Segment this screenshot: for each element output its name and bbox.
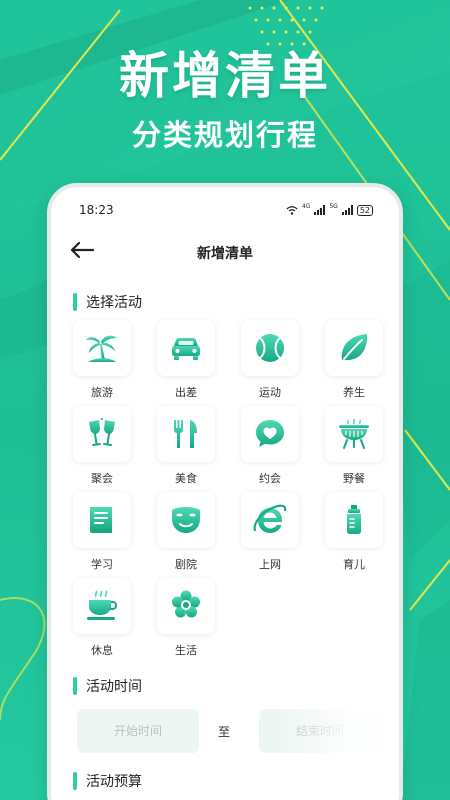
car-icon [172, 338, 200, 360]
time-separator: 至 [218, 725, 231, 739]
activity-label: 约会 [259, 472, 281, 485]
baby-bottle-icon [347, 505, 361, 534]
activity-item[interactable]: 野餐 [325, 406, 383, 488]
tennis-ball-icon [256, 334, 284, 362]
signal-icon [341, 205, 353, 215]
activity-icon-box [241, 320, 299, 376]
start-time-input[interactable] [77, 709, 199, 753]
activity-icon-box [325, 320, 383, 376]
section-budget: 活动预算 [73, 771, 142, 791]
browser-e-icon [253, 504, 287, 533]
activity-icon-box [241, 406, 299, 462]
section-marker [73, 677, 77, 695]
activity-label: 养生 [343, 386, 365, 399]
activity-item[interactable]: 出差 [157, 320, 215, 402]
signal-icon [314, 205, 326, 215]
flower-icon [172, 590, 200, 618]
section-title: 活动时间 [86, 679, 142, 695]
activity-label: 学习 [91, 558, 113, 571]
book-icon [90, 507, 112, 533]
coffee-cup-icon [87, 590, 118, 620]
activity-item[interactable]: 运动 [241, 320, 299, 402]
activity-label: 上网 [259, 558, 281, 571]
activity-item[interactable]: 学习 [73, 492, 131, 574]
section-marker [73, 293, 77, 311]
grill-icon [339, 418, 369, 449]
phone-frame: 18:23 4G 5G 52 新增清单 选择活动 旅游 出差 运动 养生 聚会 … [47, 183, 403, 800]
wifi-icon [286, 206, 298, 215]
activity-icon-box [325, 492, 383, 548]
activity-icon-box [73, 320, 131, 376]
activity-icon-box [157, 578, 215, 634]
activity-item[interactable]: 旅游 [73, 320, 131, 402]
status-bar: 18:23 4G 5G 52 [51, 187, 399, 223]
activity-icon-box [73, 492, 131, 548]
activity-grid: 旅游 出差 运动 养生 聚会 美食 约会 野餐 学习 剧院 上网 育儿 休息 生… [73, 320, 383, 660]
status-time: 18:23 [79, 203, 114, 217]
fork-knife-icon [174, 420, 197, 448]
activity-item[interactable]: 剧院 [157, 492, 215, 574]
activity-icon-box [157, 320, 215, 376]
battery-icon: 52 [356, 204, 373, 216]
network-type-2: 5G [329, 203, 338, 210]
activity-item[interactable]: 生活 [157, 578, 215, 660]
activity-label: 生活 [175, 644, 197, 657]
network-type-1: 4G [301, 203, 311, 210]
activity-label: 运动 [259, 386, 281, 399]
section-time: 活动时间 [73, 676, 142, 696]
activity-icon-box [157, 406, 215, 462]
activity-icon-box [73, 578, 131, 634]
activity-icon-box [73, 406, 131, 462]
page-title: 新增清单 [197, 246, 253, 262]
activity-label: 休息 [91, 644, 113, 657]
activity-item[interactable]: 养生 [325, 320, 383, 402]
activity-label: 育儿 [343, 558, 365, 571]
status-icons: 4G 5G 52 [286, 203, 373, 217]
section-marker [73, 772, 77, 790]
promo-subtitle: 分类规划行程 [131, 118, 318, 152]
palm-tree-icon [86, 335, 117, 362]
activity-item[interactable]: 休息 [73, 578, 131, 660]
activity-label: 野餐 [343, 472, 365, 485]
activity-label: 剧院 [175, 558, 197, 571]
activity-item[interactable]: 上网 [241, 492, 299, 574]
leaf-icon [341, 334, 368, 361]
activity-label: 旅游 [91, 386, 113, 399]
activity-item[interactable]: 聚会 [73, 406, 131, 488]
section-title: 选择活动 [86, 295, 142, 311]
activity-item[interactable]: 美食 [157, 406, 215, 488]
activity-label: 出差 [175, 386, 197, 399]
activity-icon-box [157, 492, 215, 548]
activity-item[interactable]: 约会 [241, 406, 299, 488]
activity-icon-box [325, 406, 383, 462]
activity-icon-box [241, 492, 299, 548]
nav-bar: 新增清单 [51, 233, 399, 269]
promo-title: 新增清单 [119, 47, 331, 105]
section-activity: 选择活动 [73, 292, 142, 312]
watermark-overlay [279, 687, 399, 767]
activity-label: 聚会 [91, 472, 113, 485]
theater-mask-icon [172, 507, 200, 533]
activity-item[interactable]: 育儿 [325, 492, 383, 574]
section-title: 活动预算 [86, 774, 142, 790]
champagne-glasses-icon [89, 418, 115, 446]
heart-bubble-icon [256, 420, 284, 447]
activity-label: 美食 [175, 472, 197, 485]
